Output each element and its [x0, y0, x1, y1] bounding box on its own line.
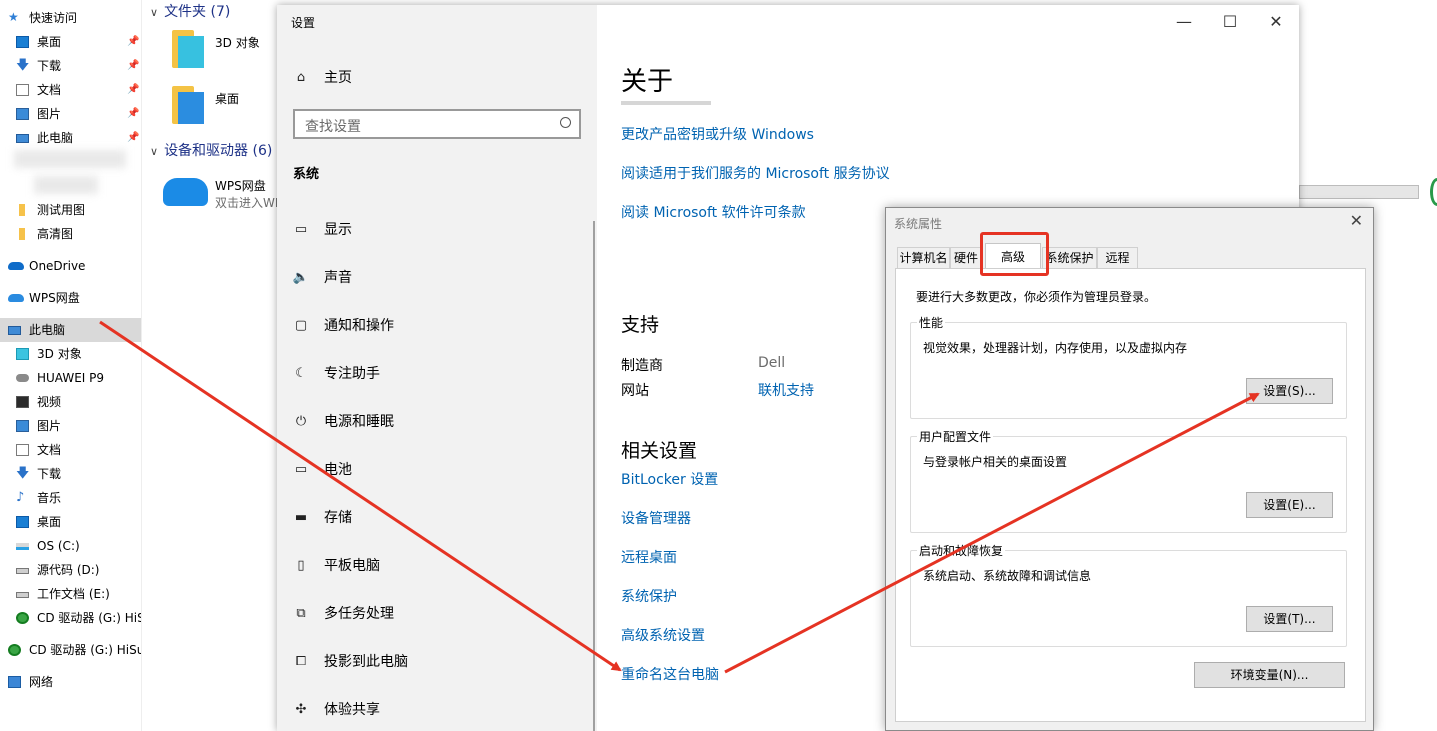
arrow-to-rename-pc	[99, 320, 622, 672]
arrow-to-performance-settings	[724, 392, 1260, 674]
annotation-arrows	[99, 320, 1260, 674]
